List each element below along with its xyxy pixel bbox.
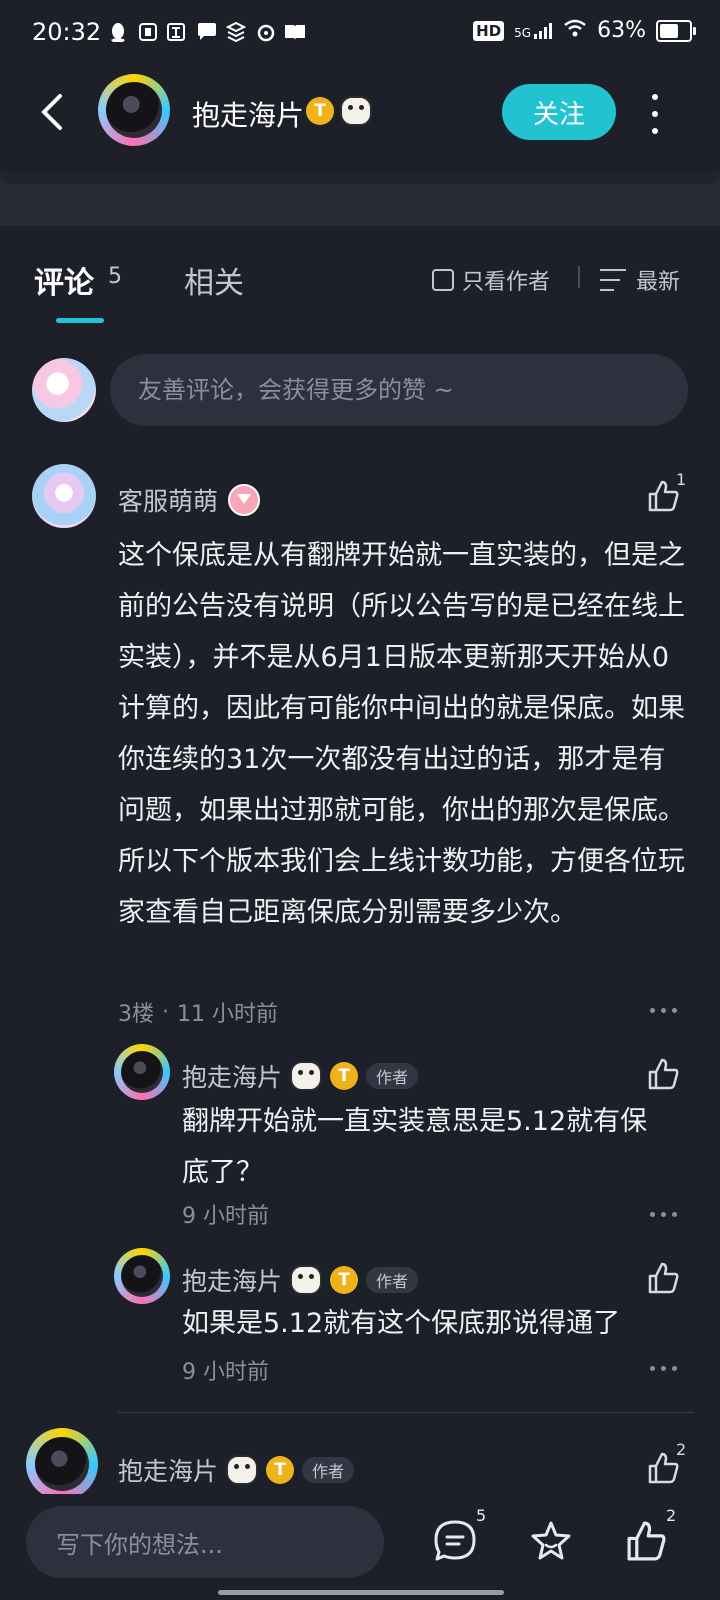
post-header: 抱走海片 T 关注 [0,70,720,160]
author-tag: 作者 [302,1457,355,1483]
commenter-avatar[interactable] [26,1428,98,1500]
status-right: HD 5G 63% [473,18,696,43]
level-badge-icon: T [330,1266,359,1294]
app-icon [166,22,186,42]
comment-button[interactable] [432,1518,478,1568]
comment-count: 5 [476,1506,487,1525]
status-time: 20:32 [32,18,102,46]
divider [578,266,580,288]
author-name[interactable]: 抱走海片 [192,94,304,134]
sort-icon [600,269,626,291]
reply-author-name[interactable]: 抱走海片 [182,1262,282,1298]
home-indicator [218,1590,504,1595]
status-bar: 20:32 HD 5G 63% [0,0,720,70]
floor-number: 3楼 [118,1002,154,1027]
cow-badge-icon [290,1265,323,1295]
more-options-icon[interactable] [650,94,660,134]
cow-badge-icon [290,1061,323,1091]
reply-like-button[interactable] [646,1056,682,1096]
write-comment-input[interactable]: 写下你的想法... [26,1506,384,1578]
author-tag: 作者 [366,1267,419,1293]
thumbs-up-icon [648,1262,679,1294]
comment-header: 客服萌萌 [118,482,261,518]
level-badge-icon: T [306,97,334,125]
author-tag: 作者 [366,1063,419,1089]
chevron-left-icon [41,94,62,130]
checkbox-icon [432,269,454,291]
comment-bubble-icon [434,1520,476,1561]
comment-more-icon[interactable] [650,1008,677,1013]
follow-button[interactable]: 关注 [502,84,616,140]
reply-time: 9 小时前 [182,1360,269,1385]
network-type: 5G [514,25,532,40]
meta-separator: · [162,999,169,1025]
reply-time: 9 小时前 [182,1204,269,1229]
signal-icon: 5G [514,22,553,40]
level-badge-icon: T [266,1456,295,1484]
battery-percent: 63% [597,18,646,43]
author-avatar[interactable] [98,74,170,146]
back-button[interactable] [36,90,76,140]
like-count: 1 [676,470,687,489]
favorite-button[interactable] [528,1518,574,1568]
comment-input-box[interactable] [110,354,688,426]
battery-icon [656,19,696,42]
wifi-icon [563,18,587,43]
sort-button[interactable]: 最新 [600,264,680,296]
book-icon [284,22,305,42]
qq-icon [108,22,128,42]
commenter-name[interactable]: 抱走海片 [118,1452,218,1488]
reply-header: 抱走海片 T 作者 [182,1058,419,1094]
comment-header: 抱走海片 T 作者 [118,1452,355,1488]
like-post-button[interactable] [624,1518,670,1568]
reply-more-icon[interactable] [650,1366,677,1371]
star-icon [531,1521,571,1560]
sort-label: 最新 [636,270,681,295]
author-badges: T [306,96,372,126]
reply-text: 翻牌开始就一直实装意思是5.12就有保底了？ [182,1106,648,1188]
commenter-avatar[interactable] [32,464,96,528]
netease-icon [256,22,276,42]
reply-more-icon[interactable] [650,1212,677,1217]
tab-comments[interactable]: 评论 [34,258,94,302]
my-avatar [32,358,96,422]
reply-header: 抱走海片 T 作者 [182,1262,419,1298]
stack-icon [225,21,247,43]
reply-text: 如果是5.12就有这个保底那说得通了 [182,1308,621,1339]
tab-active-indicator [56,318,104,323]
reply-avatar[interactable] [114,1044,170,1100]
comments-count: 5 [108,264,122,289]
comment-time: 11 小时前 [177,1002,278,1027]
comment-text: 这个保底是从有翻牌开始就一直实装的，但是之前的公告没有说明（所以公告写的是已经在… [118,540,685,928]
comment-meta: 3楼 · 11 小时前 [118,996,278,1028]
author-only-label: 只看作者 [462,270,551,295]
tab-related[interactable]: 相关 [184,258,244,302]
comment-divider [118,1412,694,1413]
group-app-icon [138,22,158,42]
like-count: 2 [666,1506,677,1525]
cow-badge-icon [226,1455,259,1485]
author-only-toggle[interactable]: 只看作者 [432,264,550,296]
commenter-name[interactable]: 客服萌萌 [118,482,218,518]
cow-badge-icon [340,96,372,126]
thumbs-up-icon [627,1521,666,1561]
message-icon [196,22,216,42]
level-badge-icon: T [330,1062,359,1090]
official-badge-icon [228,484,261,516]
comment-input[interactable] [110,354,688,426]
hd-icon: HD [473,20,505,41]
like-count: 2 [676,1440,687,1459]
reply-author-name[interactable]: 抱走海片 [182,1058,282,1094]
reply-like-button[interactable] [646,1260,682,1300]
reply-avatar[interactable] [114,1248,170,1304]
thumbs-up-icon [648,1058,679,1090]
content-bottom-edge [0,170,720,226]
